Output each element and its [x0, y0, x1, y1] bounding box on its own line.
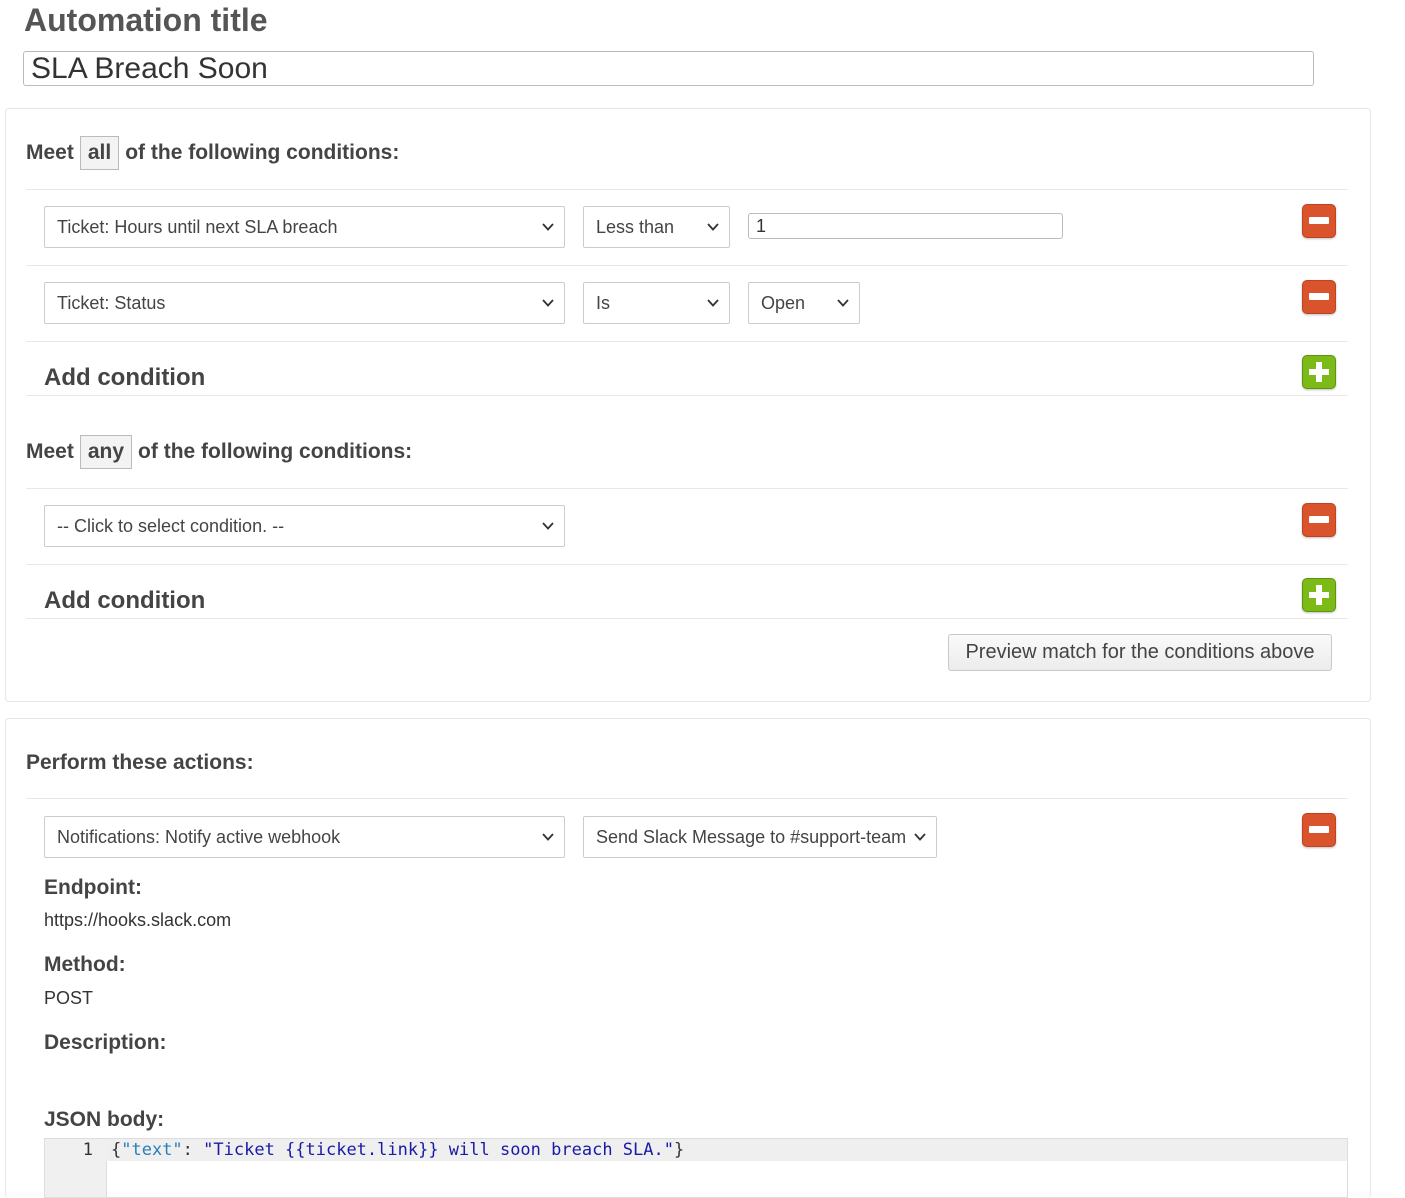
remove-condition-button[interactable] — [1302, 204, 1336, 238]
minus-icon — [1309, 217, 1329, 224]
action-type-value: Notifications: Notify active webhook — [57, 826, 341, 847]
json-body-label: JSON body: — [44, 1108, 165, 1131]
plus-icon — [1309, 362, 1329, 382]
condition-value-input[interactable] — [748, 213, 1063, 239]
meet-label: Meet — [26, 141, 74, 164]
endpoint-label: Endpoint: — [44, 876, 142, 899]
plus-icon — [1309, 585, 1329, 605]
minus-icon — [1309, 516, 1329, 523]
remove-condition-button[interactable] — [1302, 503, 1336, 537]
meet-suffix: of the following conditions: — [138, 440, 413, 463]
code-brace-close: } — [673, 1140, 685, 1160]
method-label: Method: — [44, 953, 126, 976]
code-line[interactable]: {"text": "Ticket {{ticket.link}} will so… — [111, 1139, 684, 1161]
minus-icon — [1309, 826, 1329, 833]
minus-icon — [1309, 293, 1329, 300]
add-condition-button[interactable] — [1302, 355, 1336, 389]
code-line-number: 1 — [82, 1140, 93, 1160]
chevron-down-icon — [707, 223, 719, 231]
chevron-down-icon — [837, 299, 849, 307]
condition-field-select[interactable]: Ticket: Hours until next SLA breach — [44, 206, 565, 248]
condition-operator-value: Less than — [596, 216, 675, 237]
remove-action-button[interactable] — [1302, 813, 1336, 847]
chevron-down-icon — [542, 299, 554, 307]
automation-title-label: Automation title — [24, 2, 268, 38]
meet-all-heading: Meet all of the following conditions: — [26, 136, 399, 170]
condition-field-select[interactable]: Ticket: Status — [44, 282, 565, 324]
json-body-editor[interactable]: 1 {"text": "Ticket {{ticket.link}} will … — [44, 1138, 1348, 1198]
condition-value-value: Open — [761, 292, 806, 313]
chevron-down-icon — [707, 299, 719, 307]
condition-value-select[interactable]: Open — [748, 282, 860, 324]
chevron-down-icon — [914, 833, 926, 841]
condition-field-select[interactable]: -- Click to select condition. -- — [44, 505, 565, 547]
code-brace-open: { — [111, 1140, 122, 1160]
webhook-target-value: Send Slack Message to #support-team — [596, 826, 907, 847]
meet-any-heading: Meet any of the following conditions: — [26, 435, 412, 469]
actions-heading: Perform these actions: — [26, 751, 254, 774]
code-key: "text" — [121, 1140, 183, 1160]
match-mode-any-toggle[interactable]: any — [79, 435, 133, 469]
actions-panel: Perform these actions: Notifications: No… — [5, 718, 1371, 1198]
description-label: Description: — [44, 1031, 167, 1054]
meet-label: Meet — [26, 440, 74, 463]
webhook-target-select[interactable]: Send Slack Message to #support-team — [583, 816, 937, 858]
automation-title-input[interactable] — [23, 51, 1314, 86]
condition-operator-select[interactable]: Less than — [583, 206, 730, 248]
endpoint-value: https://hooks.slack.com — [44, 910, 232, 930]
add-condition-label: Add condition — [44, 587, 206, 614]
condition-field-placeholder: -- Click to select condition. -- — [57, 515, 285, 536]
meet-suffix: of the following conditions: — [125, 141, 400, 164]
add-condition-button[interactable] — [1302, 578, 1336, 612]
code-string: "Ticket {{ticket.link}} will soon breach… — [203, 1140, 674, 1160]
chevron-down-icon — [542, 223, 554, 231]
add-condition-label: Add condition — [44, 364, 206, 391]
conditions-panel: Meet all of the following conditions: Ti… — [5, 108, 1371, 702]
chevron-down-icon — [542, 522, 554, 530]
action-type-select[interactable]: Notifications: Notify active webhook — [44, 816, 565, 858]
match-mode-all-toggle[interactable]: all — [79, 136, 120, 170]
preview-match-button[interactable]: Preview match for the conditions above — [948, 634, 1332, 671]
method-value: POST — [44, 988, 94, 1008]
condition-field-value: Ticket: Hours until next SLA breach — [57, 216, 338, 237]
code-colon: : — [182, 1140, 204, 1160]
condition-field-value: Ticket: Status — [57, 292, 166, 313]
condition-operator-value: Is — [596, 292, 611, 313]
chevron-down-icon — [542, 833, 554, 841]
remove-condition-button[interactable] — [1302, 280, 1336, 314]
condition-operator-select[interactable]: Is — [583, 282, 730, 324]
